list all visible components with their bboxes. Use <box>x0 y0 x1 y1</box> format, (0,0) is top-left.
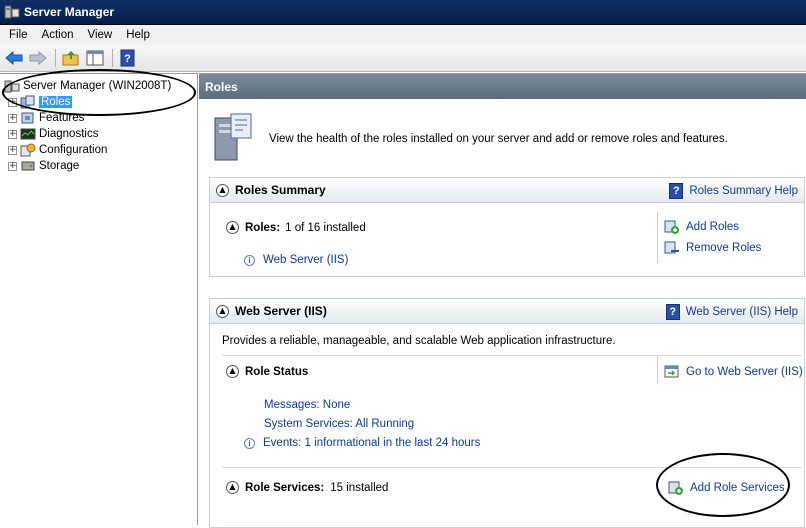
toolbar: ? <box>0 45 806 72</box>
web-server-description: Provides a reliable, manageable, and sca… <box>222 335 616 347</box>
expand-toggle[interactable]: + <box>8 145 17 155</box>
help-icon: ? <box>665 304 680 320</box>
server-manager-icon <box>4 5 20 19</box>
up-level-button[interactable] <box>60 48 82 68</box>
menu-file[interactable]: File <box>2 29 35 41</box>
expand-toggle[interactable]: + <box>8 129 17 139</box>
system-services-link[interactable]: System Services: All Running <box>264 418 414 430</box>
tree-item-server-manager[interactable]: Server Manager (WIN2008T) <box>4 78 171 94</box>
features-icon <box>20 111 36 125</box>
tree-item-diagnostics[interactable]: + Diagnostics <box>8 126 98 142</box>
roles-server-icon <box>211 112 255 165</box>
storage-icon <box>20 159 36 173</box>
collapse-icon[interactable]: ▲ <box>226 481 239 494</box>
tree-label: Roles <box>39 96 73 108</box>
tree-item-storage[interactable]: + Storage <box>8 158 79 174</box>
back-arrow-icon <box>5 51 23 65</box>
toolbar-separator <box>55 49 56 67</box>
collapse-icon[interactable]: ▲ <box>216 183 229 197</box>
go-to-icon <box>664 365 680 379</box>
tree-label: Storage <box>39 160 80 172</box>
roles-count: 1 of 16 installed <box>285 221 366 234</box>
section-title: Web Server (IIS) <box>235 304 327 318</box>
messages-link[interactable]: Messages: None <box>264 399 350 411</box>
events-row: i Events: 1 informational in the last 24… <box>244 437 480 449</box>
intro-text: View the health of the roles installed o… <box>269 132 728 145</box>
tree-label: Server Manager (WIN2008T) <box>23 80 172 92</box>
installed-role-row: i Web Server (IIS) <box>244 254 348 266</box>
window-title: Server Manager <box>24 5 115 19</box>
menu-help[interactable]: Help <box>119 29 157 41</box>
menu-action[interactable]: Action <box>35 29 81 41</box>
tree-label: Diagnostics <box>39 128 99 140</box>
expand-toggle[interactable]: + <box>8 113 17 123</box>
content-pane: Roles View the health of the roles insta… <box>199 73 806 528</box>
add-role-services-link[interactable]: Add Role Services <box>668 481 785 495</box>
tree-item-configuration[interactable]: + Configuration <box>8 142 107 158</box>
help-book-icon: ? <box>120 49 135 67</box>
info-icon: i <box>244 437 255 449</box>
title-bar: Server Manager <box>0 0 806 25</box>
console-tree: Server Manager (WIN2008T) + Roles + Feat… <box>0 73 198 525</box>
forward-button[interactable] <box>27 48 49 68</box>
role-status-header: ▲ Role Status <box>226 365 308 378</box>
menu-bar: File Action View Help <box>0 25 806 45</box>
intro-banner: View the health of the roles installed o… <box>211 112 728 165</box>
tree-label: Configuration <box>39 144 108 156</box>
roles-subheader: ▲ Roles: 1 of 16 installed <box>226 221 366 234</box>
remove-roles-icon <box>664 241 680 255</box>
collapse-icon[interactable]: ▲ <box>216 304 229 318</box>
forward-arrow-icon <box>29 51 47 65</box>
web-server-role-link[interactable]: Web Server (IIS) <box>263 254 348 266</box>
configuration-icon <box>20 143 36 157</box>
folder-up-icon <box>62 51 79 66</box>
svg-text:?: ? <box>124 53 131 65</box>
section-title: Roles Summary <box>235 183 326 197</box>
expand-toggle[interactable]: + <box>8 161 17 171</box>
collapse-icon[interactable]: ▲ <box>226 365 239 378</box>
web-server-header: ▲ Web Server (IIS) ? Web Server (IIS) He… <box>210 299 804 324</box>
server-icon <box>4 79 20 93</box>
back-button[interactable] <box>3 48 25 68</box>
go-to-web-server-link[interactable]: Go to Web Server (IIS) <box>664 365 803 379</box>
help-button[interactable]: ? <box>117 48 139 68</box>
content-header: Roles <box>199 74 806 99</box>
web-server-help-link[interactable]: ? Web Server (IIS) Help <box>665 304 798 320</box>
roles-label: Roles: <box>245 221 281 234</box>
role-services-header: ▲ Role Services: 15 installed <box>226 481 388 494</box>
help-icon: ? <box>669 183 684 199</box>
role-services-count: 15 installed <box>330 481 389 494</box>
add-roles-icon <box>664 220 680 234</box>
info-icon: i <box>244 254 255 266</box>
roles-icon <box>20 95 36 109</box>
tree-item-roles[interactable]: + Roles <box>8 94 73 110</box>
expand-toggle[interactable]: + <box>8 97 17 107</box>
add-roles-link[interactable]: Add Roles <box>664 220 739 234</box>
roles-summary-section: ▲ Roles Summary ? Roles Summary Help ▲ R… <box>209 177 805 277</box>
toolbar-separator <box>112 49 113 67</box>
page-title: Roles <box>205 79 238 94</box>
diagnostics-icon <box>20 127 36 141</box>
menu-view[interactable]: View <box>81 29 120 41</box>
divider <box>222 467 802 468</box>
remove-roles-link[interactable]: Remove Roles <box>664 241 761 255</box>
tree-item-features[interactable]: + Features <box>8 110 84 126</box>
tree-label: Features <box>39 112 85 124</box>
console-tree-icon <box>86 50 104 66</box>
events-link[interactable]: Events: 1 informational in the last 24 h… <box>263 437 480 449</box>
roles-summary-header: ▲ Roles Summary ? Roles Summary Help <box>210 178 804 203</box>
collapse-icon[interactable]: ▲ <box>226 221 239 234</box>
add-role-services-icon <box>668 481 684 495</box>
roles-summary-help-link[interactable]: ? Roles Summary Help <box>669 183 798 199</box>
show-hide-console-tree-button[interactable] <box>84 48 106 68</box>
web-server-section: ▲ Web Server (IIS) ? Web Server (IIS) He… <box>209 298 805 528</box>
